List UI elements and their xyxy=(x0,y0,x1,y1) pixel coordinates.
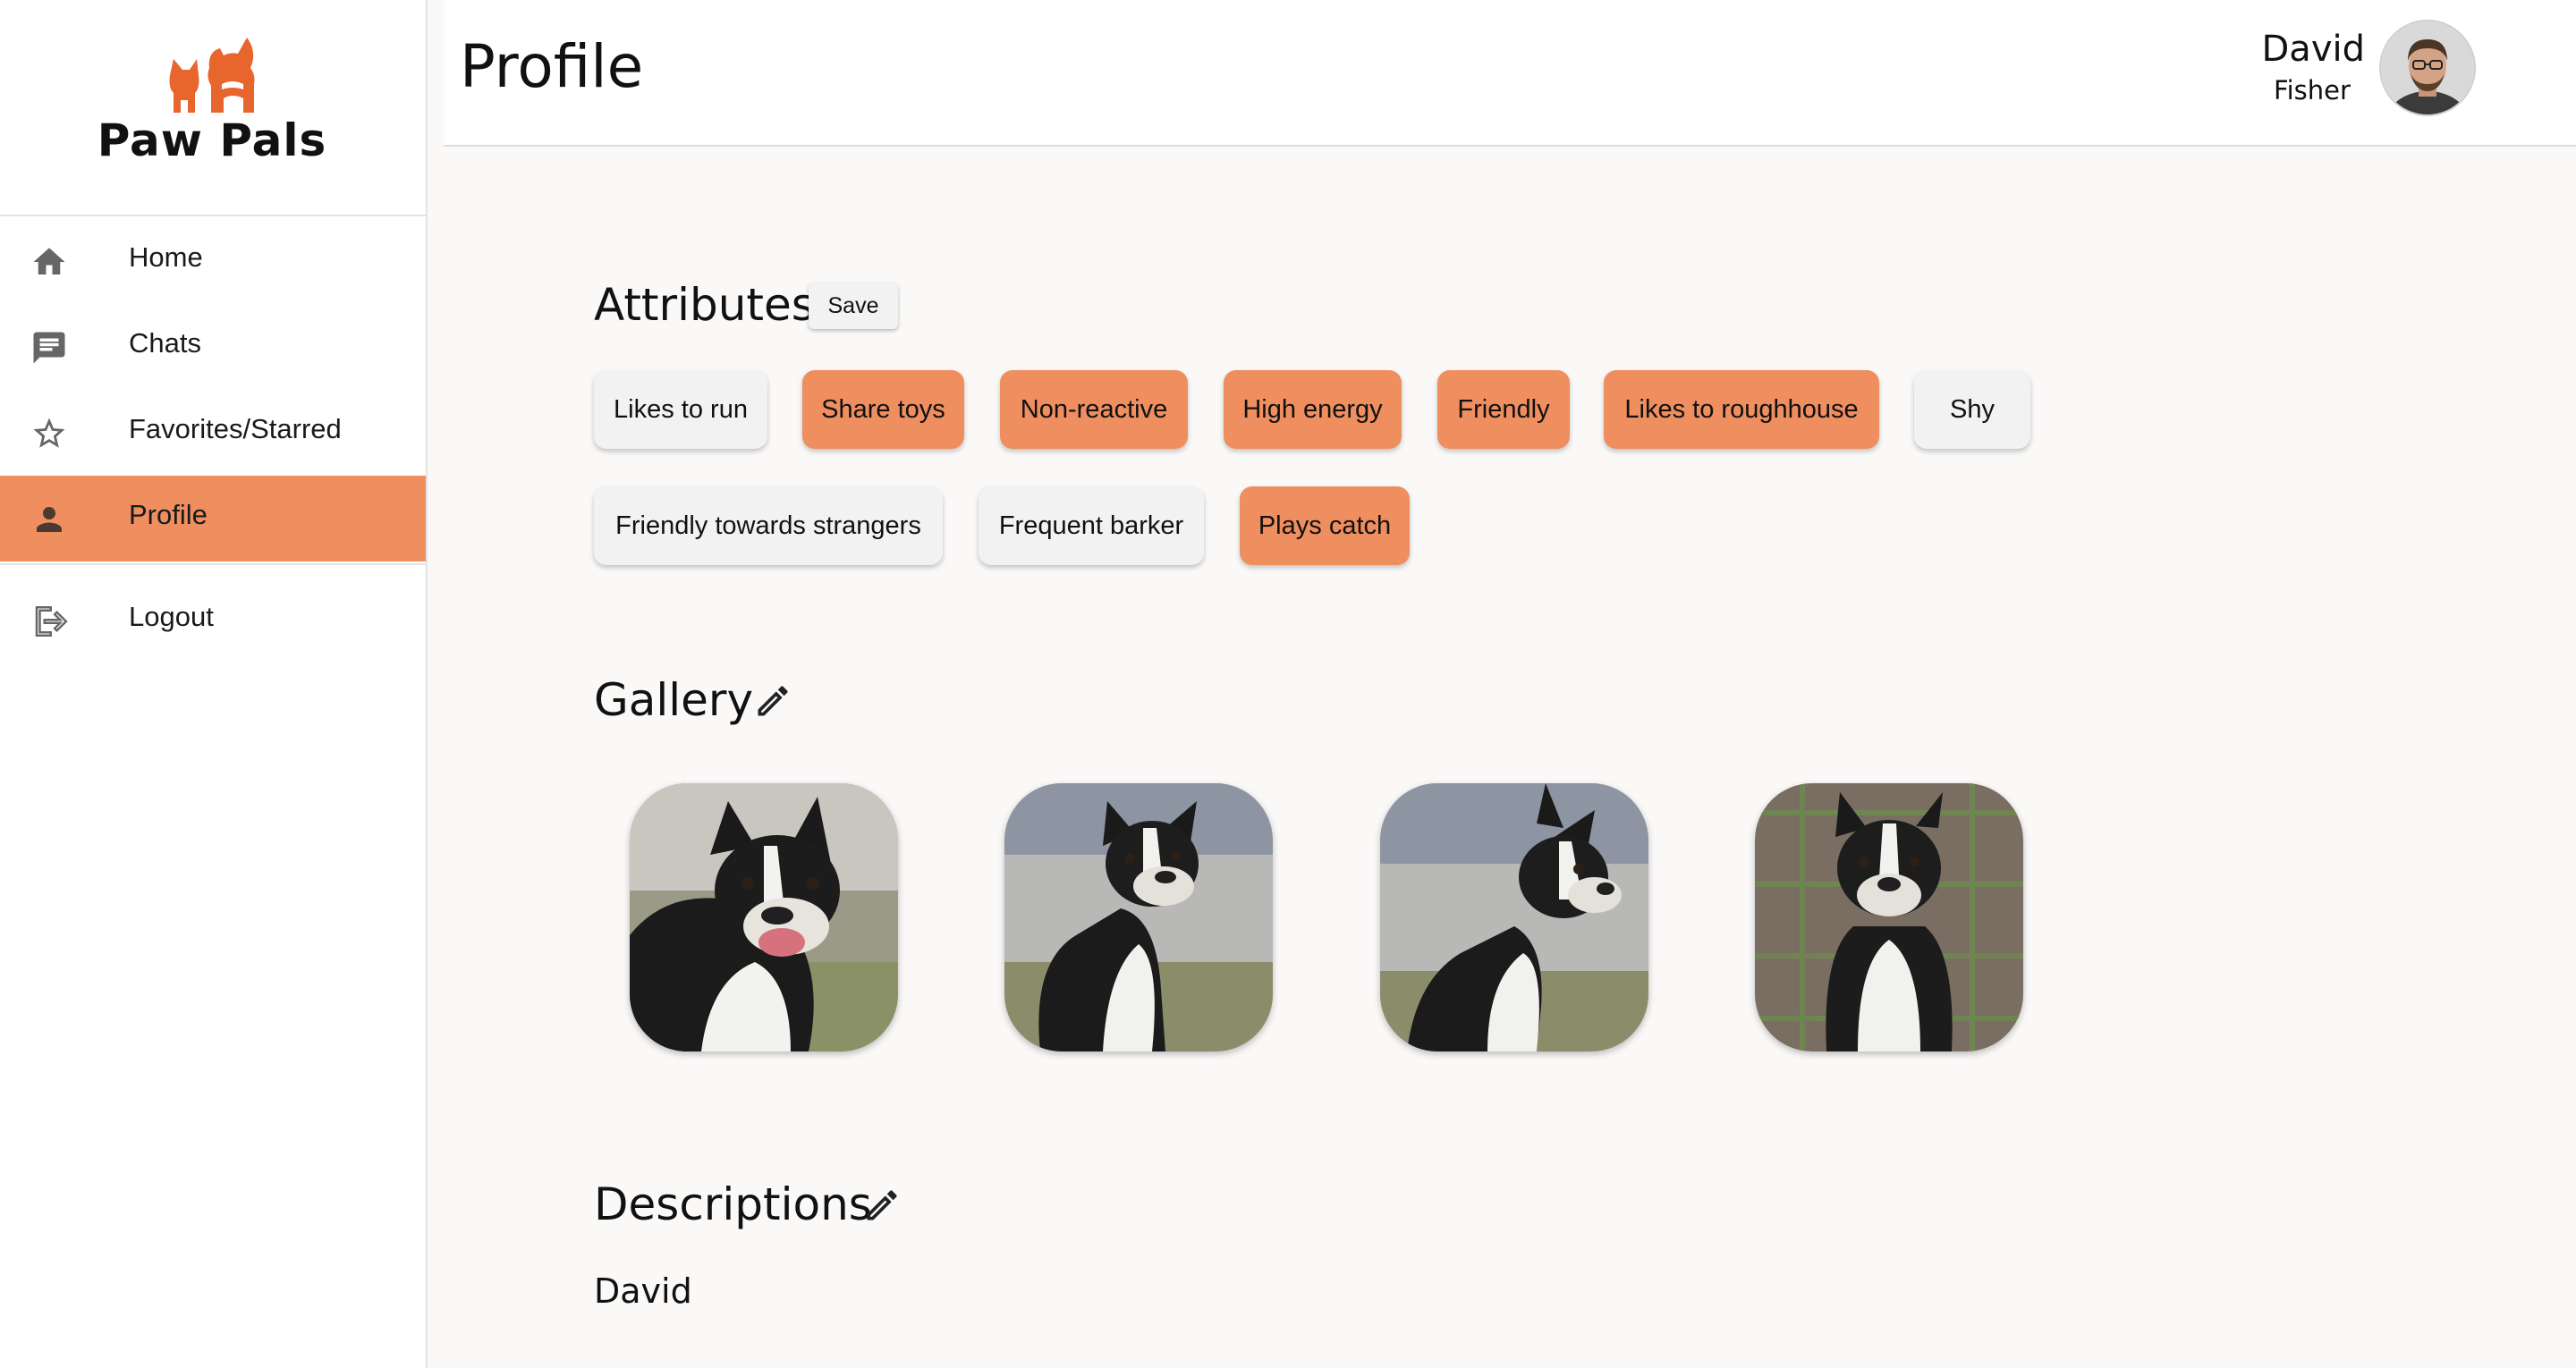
logout-icon xyxy=(35,606,68,637)
gallery-title: Gallery xyxy=(594,674,754,726)
sidebar-item-label: Favorites/Starred xyxy=(129,413,342,444)
chat-icon xyxy=(33,332,65,364)
attribute-chip[interactable]: Likes to run xyxy=(594,370,767,449)
person-icon xyxy=(37,507,62,532)
sidebar-item-profile[interactable]: Profile xyxy=(0,476,426,562)
star-outline-icon xyxy=(33,418,65,448)
attribute-chip[interactable]: Non-reactive xyxy=(1000,370,1188,449)
attributes-title: Attributes xyxy=(594,279,815,331)
sidebar-item-favorites[interactable]: Favorites/Starred xyxy=(0,390,426,476)
sidebar: Paw Pals Home Chats Favorites/Starred Pr… xyxy=(0,0,428,1368)
sidebar-item-chats[interactable]: Chats xyxy=(0,304,426,390)
attribute-chip[interactable]: Frequent barker xyxy=(979,486,1204,565)
user-avatar-icon xyxy=(2381,21,2474,114)
attribute-chip[interactable]: Friendly towards strangers xyxy=(594,486,943,565)
gallery-photo-1[interactable] xyxy=(630,783,898,1051)
gallery-photo-2[interactable] xyxy=(1004,783,1273,1051)
header: Profile David Fisher xyxy=(444,0,2576,147)
user-first-name: David xyxy=(2261,29,2366,70)
gallery-photo-4[interactable] xyxy=(1755,783,2023,1051)
sidebar-item-label: Chats xyxy=(129,327,201,359)
dog-photo-icon xyxy=(1004,783,1273,1051)
brand-name: Paw Pals xyxy=(97,114,327,166)
attribute-chip[interactable]: Friendly xyxy=(1437,370,1570,449)
edit-gallery-icon[interactable] xyxy=(753,681,792,721)
sidebar-item-home[interactable]: Home xyxy=(0,218,426,304)
page-title: Profile xyxy=(460,32,644,101)
paw-pals-logo-icon xyxy=(169,38,255,113)
save-button[interactable]: Save xyxy=(809,283,898,329)
sidebar-item-logout[interactable]: Logout xyxy=(0,578,426,663)
attribute-chip[interactable]: Likes to roughhouse xyxy=(1604,370,1879,449)
description-text: David xyxy=(594,1271,692,1311)
descriptions-title: Descriptions xyxy=(594,1178,872,1230)
edit-descriptions-icon[interactable] xyxy=(862,1186,902,1225)
avatar[interactable] xyxy=(2381,21,2474,114)
dog-photo-icon xyxy=(1380,783,1648,1051)
attribute-chip[interactable]: High energy xyxy=(1224,370,1402,449)
home-icon xyxy=(33,248,65,274)
brand: Paw Pals xyxy=(0,0,426,216)
attribute-chip[interactable]: Plays catch xyxy=(1240,486,1410,565)
attribute-chip[interactable]: Shy xyxy=(1914,370,2030,449)
dog-photo-icon xyxy=(1755,783,2023,1051)
sidebar-item-label: Home xyxy=(129,241,203,273)
dog-photo-icon xyxy=(630,783,898,1051)
attribute-chip[interactable]: Share toys xyxy=(802,370,964,449)
sidebar-item-label: Profile xyxy=(129,499,208,530)
nav-divider xyxy=(0,563,426,565)
sidebar-item-label: Logout xyxy=(129,601,214,632)
user-last-name: Fisher xyxy=(2274,75,2351,106)
gallery-photo-3[interactable] xyxy=(1380,783,1648,1051)
